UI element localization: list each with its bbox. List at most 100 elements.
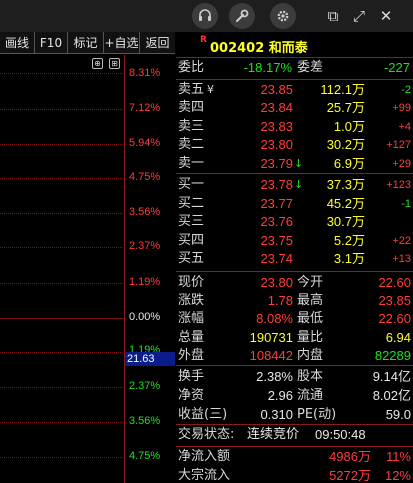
ask-change: +99 — [392, 102, 411, 115]
fundamental-value: 8.02亿 — [372, 388, 411, 403]
divider — [176, 365, 413, 366]
ask-price: 23.83 — [260, 118, 293, 134]
ask-label: 卖四 — [178, 100, 205, 116]
bid-price: 23.76 — [260, 214, 293, 230]
bid-price: 23.74 — [260, 251, 293, 267]
ask-label: 卖三 — [178, 118, 205, 134]
fund-flow-label: 大宗流入 — [178, 468, 231, 483]
intraday-chart[interactable]: ⊕ ⊞ 8.31% 7.12% 5.94% 4.75% 3.56% 2.37% … — [0, 55, 175, 483]
bid-row[interactable]: 买一 23.78 ↓ 37.3万 +123 — [176, 176, 413, 194]
grid-line — [0, 144, 125, 145]
close-window-icon[interactable]: ✕ — [376, 6, 396, 26]
grid-line — [0, 73, 125, 74]
quote-label: 内盘 — [297, 347, 324, 363]
bid-change: +123 — [386, 179, 411, 191]
bid-label: 买一 — [178, 177, 205, 192]
zoom-in-icon[interactable]: ⊕ — [92, 58, 103, 69]
bid-price: 23.78 — [260, 177, 293, 192]
quote-row: 涨幅 8.08% 最低 22.60 — [176, 310, 413, 328]
pct-label-zero: 0.00% — [129, 311, 161, 323]
ask-row[interactable]: 卖四 23.84 25.7万 +99 — [176, 99, 413, 117]
pct-label-up: 3.56% — [129, 206, 161, 218]
ask-row[interactable]: 卖三 23.83 1.0万 +4 — [176, 118, 413, 136]
ask-row[interactable]: 卖二 23.80 30.2万 +127 — [176, 136, 413, 154]
cursor-price-label: 21.63 — [125, 352, 175, 366]
tab-add-watchlist[interactable]: +自选 — [104, 32, 140, 54]
quote-label: 最低 — [297, 311, 324, 327]
quote-label: 涨跌 — [178, 293, 205, 309]
bid-label: 买三 — [178, 214, 205, 230]
fund-flow-pct: 11% — [385, 449, 411, 464]
zero-line — [0, 318, 125, 319]
quote-label: 今开 — [297, 275, 324, 290]
stock-code-name[interactable]: 002402 和而泰 — [210, 37, 308, 56]
bid-volume: 37.3万 — [326, 177, 365, 192]
bid-row[interactable]: 买二 23.77 45.2万 -1 — [176, 195, 413, 213]
maximize-window-icon[interactable]: ⤢ — [349, 6, 369, 26]
down-arrow-icon: ↓ — [294, 178, 304, 191]
divider — [176, 271, 413, 272]
quote-row: 外盘 108442 内盘 82289 — [176, 347, 413, 365]
bid-volume: 3.1万 — [333, 251, 365, 267]
ask-price: 23.84 — [260, 100, 293, 116]
trade-status-time: 09:50:48 — [315, 427, 366, 442]
fundamental-label: 股本 — [297, 369, 324, 384]
r-badge: R — [200, 35, 207, 45]
divider — [176, 79, 413, 80]
bid-change: -1 — [401, 197, 411, 210]
weicha-label: 委差 — [297, 60, 324, 75]
fund-flow-row[interactable]: 大宗流入 5272万 12% — [176, 467, 413, 483]
ask-label: 卖五 — [178, 82, 205, 97]
headset-icon[interactable] — [192, 3, 218, 29]
expand-icon[interactable]: ⊞ — [109, 58, 120, 69]
grid-line — [0, 352, 125, 353]
tab-mark[interactable]: 标记 — [68, 32, 104, 54]
ask-price: 23.85 — [260, 82, 293, 97]
quote-value: 6.94 — [385, 329, 411, 345]
bid-volume: 30.7万 — [326, 214, 365, 230]
bid-row[interactable]: 买四 23.75 5.2万 +22 — [176, 232, 413, 250]
trade-status-row: 交易状态: 连续竞价 09:50:48 — [176, 426, 413, 444]
quote-value: 108442 — [249, 347, 293, 363]
pct-label-up: 7.12% — [129, 102, 161, 114]
quote-label: 最高 — [297, 293, 324, 309]
fund-flow-row[interactable]: 净流入额 4986万 11% — [176, 448, 413, 466]
bid-row[interactable]: 买三 23.76 30.7万 — [176, 213, 413, 231]
quote-label: 外盘 — [178, 347, 205, 363]
ask-volume: 25.7万 — [326, 100, 365, 116]
wrench-icon[interactable] — [229, 3, 255, 29]
pct-label-down: 4.75% — [129, 450, 161, 462]
ask-row[interactable]: 卖五 ¥23.85 112.1万 -2 — [176, 81, 413, 99]
bid-row[interactable]: 买五 23.74 3.1万 +13 — [176, 250, 413, 268]
ask-change: +127 — [386, 139, 411, 152]
bid-price: 23.75 — [260, 232, 293, 248]
quote-row: 现价 23.80 今开 22.60 — [176, 274, 413, 292]
quote-value: 1.78 — [267, 293, 293, 309]
gear-icon[interactable] — [270, 3, 296, 29]
pct-label-up: 5.94% — [129, 137, 161, 149]
restore-window-icon[interactable]: ⧉ — [323, 6, 343, 26]
weibi-value: -18.17% — [243, 60, 292, 75]
pct-label-down: 3.56% — [129, 415, 161, 427]
tab-f10[interactable]: F10 — [35, 32, 68, 54]
quote-value: 22.60 — [378, 311, 411, 327]
chart-plot-area[interactable]: ⊕ ⊞ — [0, 55, 125, 483]
tab-draw-line[interactable]: 画线 — [0, 32, 35, 54]
bid-price: 23.77 — [260, 195, 293, 211]
divider — [176, 446, 413, 447]
ask-row[interactable]: 卖一 23.79 ↓ 6.9万 +29 — [176, 155, 413, 173]
fundamental-value: 0.310 — [260, 407, 293, 422]
fundamental-label: 净资 — [178, 388, 205, 403]
tab-back[interactable]: 返回 — [140, 32, 175, 54]
quote-value: 23.80 — [260, 275, 293, 290]
ask-label: 卖一 — [178, 155, 205, 171]
bid-volume: 5.2万 — [333, 232, 365, 248]
grid-line — [0, 109, 125, 110]
function-tabs: 画线 F10 标记 +自选 返回 — [0, 32, 175, 54]
divider — [176, 173, 413, 174]
grid-line — [0, 422, 125, 423]
ask-label: 卖二 — [178, 137, 205, 153]
fund-flow-label: 净流入额 — [178, 449, 231, 464]
grid-line — [0, 283, 125, 284]
fund-flow-pct: 12% — [384, 468, 411, 483]
